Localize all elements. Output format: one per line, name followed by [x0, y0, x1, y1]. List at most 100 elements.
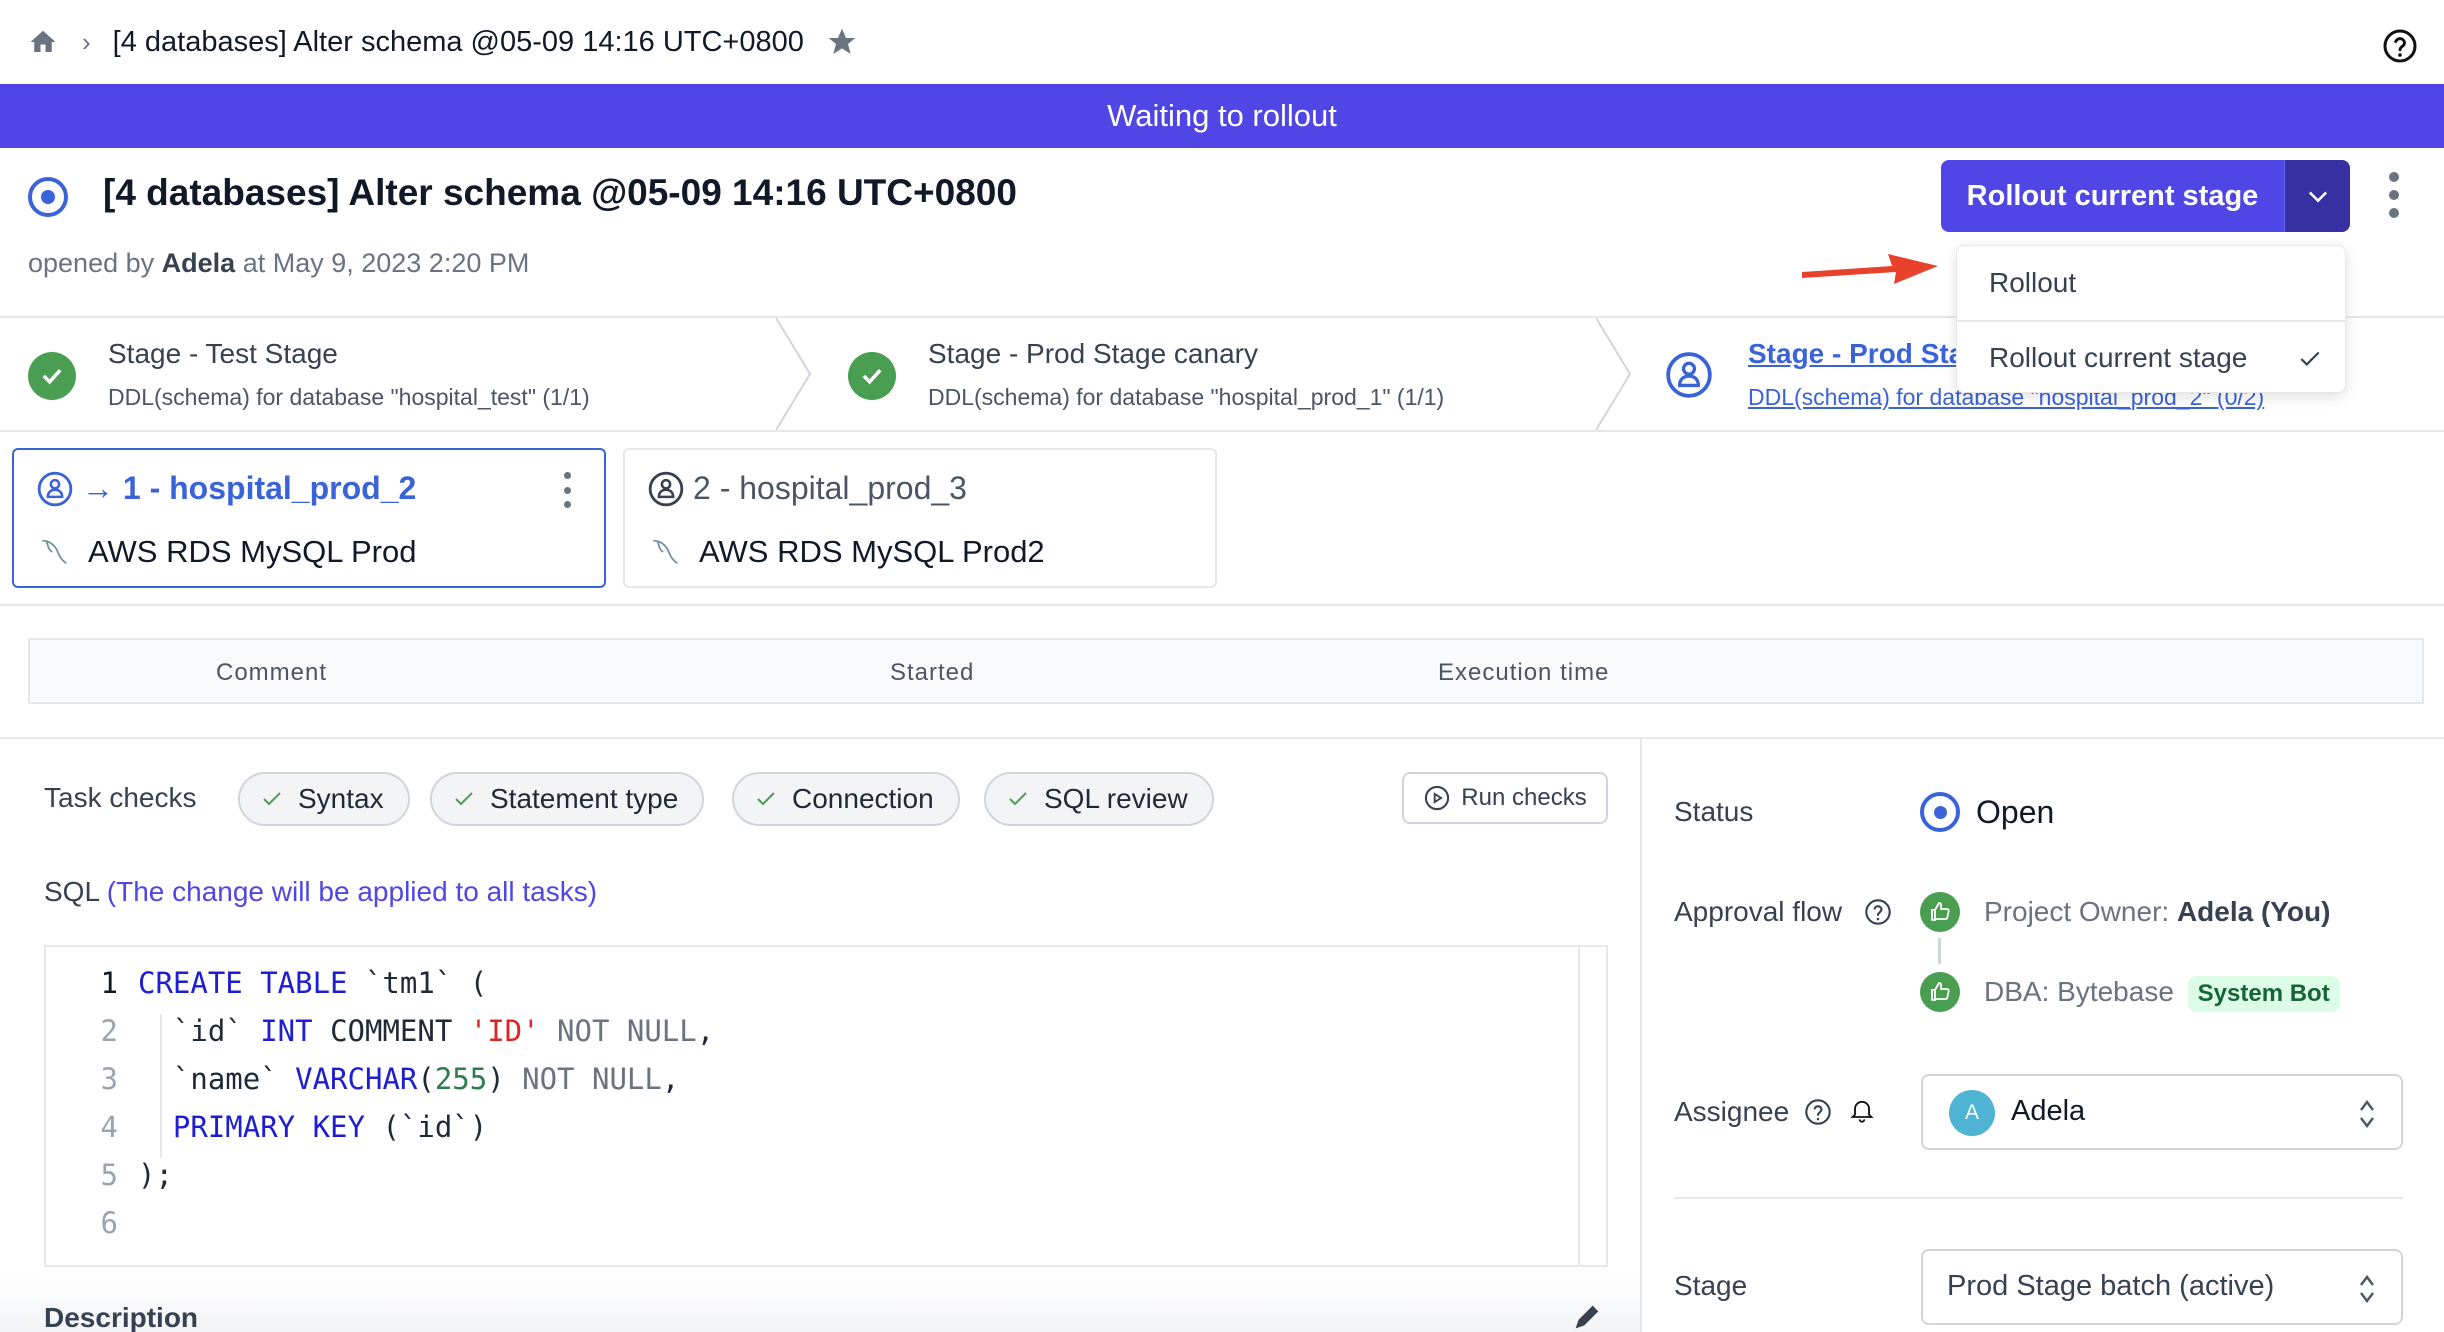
stage-name: Stage - Test Stage	[108, 338, 338, 369]
rollout-options-toggle[interactable]	[2285, 160, 2350, 232]
stage-desc: DDL(schema) for database "hospital_test"…	[108, 384, 590, 410]
description-label: Description	[44, 1302, 199, 1332]
code-token: (`id`)	[364, 1110, 488, 1144]
instance-name: AWS RDS MySQL Prod	[88, 534, 417, 569]
status-value: Open	[1976, 794, 2055, 830]
sql-editor[interactable]: 1 CREATE TABLE `tm1` ( 2 `id` INT COMMENT …	[44, 945, 1608, 1267]
user-circle-icon	[1666, 352, 1712, 398]
instance-name: AWS RDS MySQL Prod2	[699, 534, 1045, 569]
user-circle-icon	[648, 471, 684, 507]
breadcrumb: › [4 databases] Alter schema @05-09 14:1…	[0, 0, 2444, 84]
approval-connector	[1938, 938, 1941, 964]
pencil-icon[interactable]	[1570, 1300, 1604, 1332]
line-number: 5	[100, 1158, 118, 1192]
bell-icon[interactable]	[1848, 1096, 1876, 1124]
approval-step: Project Owner: Adela (You)	[1984, 896, 2330, 928]
code-token: NOT NULL	[539, 1014, 697, 1048]
help-circle-icon[interactable]	[2382, 28, 2418, 64]
help-circle-icon[interactable]	[1864, 898, 1892, 926]
task-run-table-header: Comment Started Execution time	[28, 638, 2424, 704]
assignee-label: Assignee	[1674, 1096, 1790, 1127]
stage-separator	[776, 318, 812, 430]
check-sql-review[interactable]: SQL review	[984, 772, 1214, 826]
code-token: 'ID'	[469, 1014, 540, 1048]
star-icon[interactable]	[826, 26, 858, 58]
code-token: ,	[696, 1014, 715, 1048]
task-checks-label: Task checks	[44, 782, 197, 813]
code-line: 6	[46, 1199, 138, 1247]
line-number: 3	[100, 1062, 118, 1096]
check-icon	[263, 792, 281, 806]
check-syntax[interactable]: Syntax	[238, 772, 410, 826]
opened-at: at May 9, 2023 2:20 PM	[242, 248, 530, 278]
breadcrumb-title: [4 databases] Alter schema @05-09 14:16 …	[112, 25, 804, 58]
check-icon	[2300, 351, 2320, 366]
select-arrows-icon	[2360, 1275, 2374, 1303]
author-link[interactable]: Adela	[162, 248, 236, 278]
check-circle-icon	[28, 352, 76, 400]
run-checks-label: Run checks	[1461, 784, 1587, 811]
code-token: COMMENT	[312, 1014, 470, 1048]
code-token: CREATE TABLE	[138, 966, 348, 1000]
column-execution-time: Execution time	[1438, 659, 1610, 686]
stage-test[interactable]: Stage - Test Stage DDL(schema) for datab…	[0, 318, 780, 430]
check-statement-type[interactable]: Statement type	[430, 772, 705, 826]
select-arrows-icon	[2360, 1100, 2374, 1128]
page-title: [4 databases] Alter schema @05-09 14:16 …	[103, 172, 1017, 213]
approval-role: Project Owner:	[1984, 896, 2170, 927]
stage-select[interactable]: Prod Stage batch (active)	[1921, 1249, 2403, 1325]
check-icon	[455, 792, 473, 806]
line-number: 2	[100, 1014, 118, 1048]
issue-subtitle: opened by Adela at May 9, 2023 2:20 PM	[28, 248, 529, 279]
opened-prefix: opened by	[28, 248, 155, 278]
sql-label: SQL (The change will be applied to all t…	[44, 876, 597, 908]
dropdown-item-label: Rollout	[1989, 267, 2077, 298]
column-comment: Comment	[216, 659, 328, 686]
home-icon[interactable]	[28, 27, 58, 57]
editor-scrollbar[interactable]	[1578, 947, 1606, 1265]
rollout-current-stage-button[interactable]: Rollout current stage	[1941, 160, 2285, 232]
task-more-icon[interactable]	[564, 472, 574, 508]
task-card[interactable]: 2 - hospital_prod_3 AWS RDS MySQL Prod2	[623, 448, 1217, 588]
task-name: 2 - hospital_prod_3	[693, 470, 967, 506]
play-circle-icon	[1425, 785, 1450, 811]
line-number: 6	[100, 1206, 118, 1240]
kebab-icon[interactable]	[2382, 172, 2406, 218]
status-banner: Waiting to rollout	[0, 84, 2444, 148]
code-line: 3 `name` VARCHAR(255) NOT NULL,	[46, 1055, 680, 1103]
check-label: Statement type	[490, 783, 679, 814]
task-card-selected[interactable]: → 1 - hospital_prod_2 AWS RDS MySQL Prod	[12, 448, 606, 588]
code-token: INT	[260, 1014, 313, 1048]
help-circle-icon[interactable]	[1804, 1098, 1832, 1126]
check-connection[interactable]: Connection	[732, 772, 960, 826]
dropdown-item-rollout-current-stage[interactable]: Rollout current stage	[1957, 320, 2345, 394]
approver: Adela (You)	[2176, 896, 2331, 927]
stage-value: Prod Stage batch (active)	[1947, 1270, 2275, 1302]
divider	[0, 737, 2444, 739]
run-checks-button[interactable]: Run checks	[1402, 772, 1608, 824]
user-circle-icon	[37, 471, 73, 507]
status-open-icon	[1920, 792, 1960, 832]
stage-desc: DDL(schema) for database "hospital_prod_…	[928, 384, 1445, 410]
chevron-right-icon: ›	[82, 26, 91, 57]
thumbs-up-icon	[1920, 892, 1960, 932]
code-token: `tm1` (	[347, 966, 488, 1000]
code-token: (	[417, 1062, 435, 1096]
code-line: 2 `id` INT COMMENT 'ID' NOT NULL,	[46, 1007, 715, 1055]
line-number: 4	[100, 1110, 118, 1144]
stage-prod-canary[interactable]: Stage - Prod Stage canary DDL(schema) fo…	[820, 318, 1600, 430]
check-label: SQL review	[1044, 783, 1188, 814]
mysql-icon	[42, 539, 67, 565]
annotation-arrow-icon	[1802, 254, 1938, 284]
code-token: VARCHAR	[295, 1062, 418, 1096]
rollout-dropdown-menu: Rollout Rollout current stage	[1956, 245, 2346, 393]
line-number: 1	[100, 966, 118, 1000]
dropdown-item-rollout[interactable]: Rollout	[1957, 246, 2345, 320]
code-token: `name`	[138, 1062, 296, 1096]
code-token: PRIMARY KEY	[172, 1110, 365, 1144]
approver: Bytebase	[2057, 976, 2174, 1007]
code-line: 4 PRIMARY KEY (`id`)	[46, 1103, 488, 1151]
check-label: Connection	[792, 783, 934, 814]
task-name: → 1 - hospital_prod_2	[82, 470, 417, 506]
assignee-select[interactable]: A Adela	[1921, 1074, 2403, 1150]
